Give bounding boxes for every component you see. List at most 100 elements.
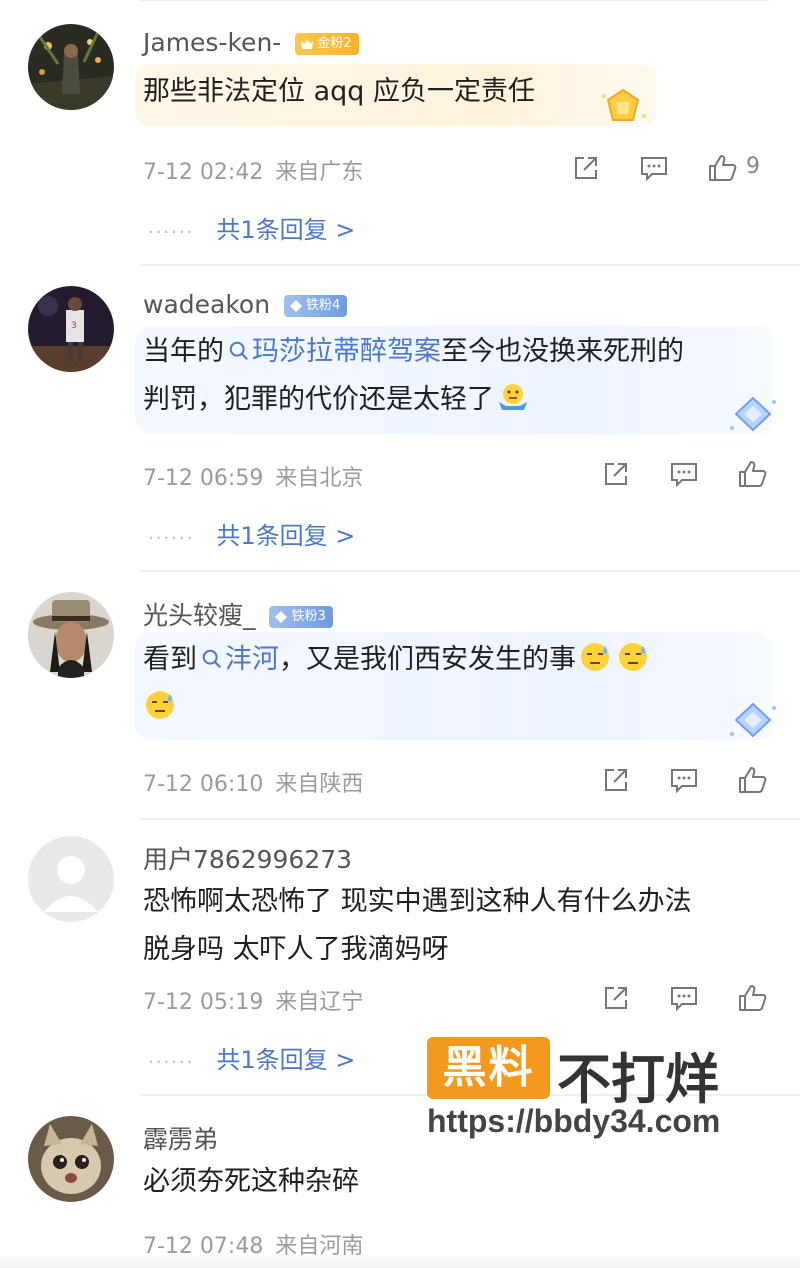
comment-actions	[600, 982, 770, 1016]
comment-text: 看到 沣河，又是我们西安发生的事	[143, 636, 652, 732]
like-count: 9	[746, 154, 760, 179]
location: 来自陕西	[275, 772, 364, 797]
fan-badge: 铁粉3	[269, 606, 333, 628]
bottom-fade	[0, 1254, 800, 1268]
diamond-icon	[290, 300, 303, 312]
username[interactable]: 霹雳弟	[143, 1120, 218, 1156]
watermark-logo-box: 黑料	[427, 1037, 550, 1099]
like-icon	[739, 461, 767, 487]
avatar[interactable]	[28, 24, 114, 110]
share-icon	[605, 463, 627, 485]
comment-text: 当年的 玛莎拉蒂醉驾案至今也没换来死刑的 判罚，犯罪的代价还是太轻了	[143, 328, 684, 424]
like-button[interactable]	[736, 764, 768, 796]
sweat-emoji-icon	[581, 643, 609, 671]
comment-divider	[140, 570, 800, 572]
svg-text:3: 3	[71, 321, 77, 331]
crown-icon	[301, 39, 314, 49]
share-button[interactable]	[570, 152, 602, 184]
location: 来自北京	[275, 466, 364, 491]
view-replies-link[interactable]: ······ 共1条回复 >	[148, 516, 355, 551]
share-button[interactable]	[600, 458, 632, 490]
comment-text: 那些非法定位 aqq 应负一定责任	[143, 68, 535, 116]
comment-icon	[671, 463, 697, 488]
comment-button[interactable]	[668, 982, 700, 1014]
username-text[interactable]: 用户7862996273	[143, 845, 352, 874]
top-divider	[140, 0, 770, 1]
comment-text-line: 必须夯死这种杂碎	[143, 1166, 359, 1197]
comment-meta: 7-12 06:10 来自陕西	[143, 766, 363, 798]
username-text[interactable]: 光头较瘦_	[143, 601, 256, 630]
like-button[interactable]	[736, 982, 768, 1014]
comment-button[interactable]	[668, 458, 700, 490]
search-link-icon	[202, 649, 221, 668]
blue-gem-decoration-icon	[730, 702, 776, 738]
like-icon	[739, 767, 767, 793]
comment-divider	[140, 264, 800, 266]
shrug-emoji-icon	[499, 384, 527, 410]
like-icon	[709, 155, 737, 181]
gold-gem-decoration-icon	[602, 88, 646, 121]
comment-actions	[600, 458, 770, 492]
sweat-emoji-icon	[619, 643, 647, 671]
comment-meta: 7-12 05:19 来自辽宁	[143, 984, 363, 1016]
badge-text: 铁粉3	[291, 609, 326, 624]
username[interactable]: wadeakon 铁粉4	[143, 290, 348, 319]
blue-gem-decoration-icon	[730, 396, 776, 432]
dots-decoration: ······	[148, 528, 195, 549]
like-button[interactable]	[736, 458, 768, 490]
username-text[interactable]: 霹雳弟	[143, 1125, 218, 1154]
watermark: 黑料 不打烊 https://bbdy34.com	[427, 1037, 767, 1157]
comment-meta: 7-12 02:42 来自广东	[143, 154, 363, 186]
topic-link-text[interactable]: 沣河	[225, 644, 279, 675]
avatar[interactable]	[28, 592, 114, 678]
comment-text-line: 看到 沣河，又是我们西安发生的事	[143, 636, 652, 684]
dots-decoration: ······	[148, 1052, 195, 1073]
comment-text-line: 判罚，犯罪的代价还是太轻了	[143, 376, 684, 424]
text-line2: 判罚，犯罪的代价还是太轻了	[143, 384, 494, 415]
username-text[interactable]: James-ken-	[143, 28, 281, 57]
share-button[interactable]	[600, 982, 632, 1014]
comment-actions	[600, 764, 770, 798]
replies-text[interactable]: 共1条回复 >	[216, 1046, 355, 1074]
comment-actions: 9	[570, 152, 770, 186]
badge-text: 金粉2	[317, 36, 352, 51]
timestamp: 7-12 05:19	[143, 990, 264, 1015]
topic-link[interactable]: 玛莎拉蒂醉驾案	[224, 336, 441, 367]
share-icon	[605, 987, 627, 1009]
comment-divider	[140, 818, 800, 820]
fan-badge: 铁粉4	[284, 295, 348, 317]
watermark-url: https://bbdy34.com	[427, 1103, 721, 1139]
badge-text: 铁粉4	[306, 298, 341, 313]
comment-button[interactable]	[668, 764, 700, 796]
replies-text[interactable]: 共1条回复 >	[216, 216, 355, 244]
timestamp: 7-12 06:10	[143, 772, 264, 797]
username[interactable]: 光头较瘦_ 铁粉3	[143, 596, 333, 632]
comment-text-line: 恐怖啊太恐怖了 现实中遇到这种人有什么办法	[143, 886, 692, 917]
text-prefix: 当年的	[143, 336, 224, 367]
view-replies-link[interactable]: ······ 共1条回复 >	[148, 210, 355, 245]
timestamp: 7-12 02:42	[143, 160, 264, 185]
text-suffix: 至今也没换来死刑的	[441, 336, 684, 367]
default-avatar-icon	[28, 836, 114, 922]
replies-text[interactable]: 共1条回复 >	[216, 522, 355, 550]
avatar[interactable]: 3	[28, 286, 114, 372]
topic-link-text[interactable]: 玛莎拉蒂醉驾案	[252, 336, 441, 367]
view-replies-link[interactable]: ······ 共1条回复 >	[148, 1040, 355, 1075]
share-icon	[575, 157, 597, 179]
text-suffix: ，又是我们西安发生的事	[279, 644, 576, 675]
topic-link[interactable]: 沣河	[197, 644, 279, 675]
username-text[interactable]: wadeakon	[143, 290, 270, 319]
like-button[interactable]	[706, 152, 738, 184]
comment-icon	[671, 987, 697, 1012]
comment-button[interactable]	[638, 152, 670, 184]
username[interactable]: 用户7862996273	[143, 840, 352, 876]
avatar[interactable]	[28, 1116, 114, 1202]
comment-text-line: 脱身吗 太吓人了我滴妈呀	[143, 934, 449, 965]
search-link-icon	[229, 341, 248, 360]
sweat-emoji-icon	[146, 691, 174, 719]
avatar[interactable]	[28, 836, 114, 922]
share-button[interactable]	[600, 764, 632, 796]
comment-text: 必须夯死这种杂碎	[143, 1158, 359, 1206]
timestamp: 7-12 06:59	[143, 466, 264, 491]
username[interactable]: James-ken- 金粉2	[143, 28, 359, 57]
